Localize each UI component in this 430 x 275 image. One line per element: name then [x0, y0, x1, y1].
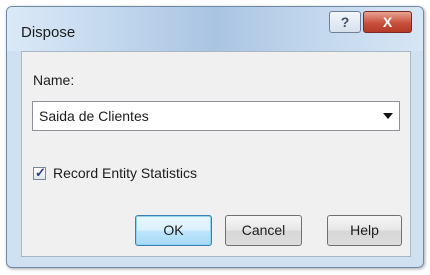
- record-entity-statistics-label[interactable]: Record Entity Statistics: [53, 165, 197, 181]
- question-mark-icon: ?: [340, 14, 350, 30]
- name-dropdown-value: Saida de Clientes: [39, 108, 149, 124]
- dispose-dialog: Dispose ? X Name: Saida de Clientes ✓ Re…: [6, 6, 424, 268]
- name-dropdown[interactable]: Saida de Clientes: [32, 101, 400, 131]
- dialog-body: Name: Saida de Clientes ✓ Record Entity …: [21, 51, 411, 257]
- close-button[interactable]: X: [363, 11, 412, 33]
- name-label: Name:: [33, 72, 75, 88]
- ok-button[interactable]: OK: [135, 215, 212, 246]
- dialog-title: Dispose: [21, 24, 76, 41]
- checkmark-icon: ✓: [35, 165, 46, 180]
- help-button[interactable]: Help: [327, 215, 402, 246]
- chevron-down-icon[interactable]: [383, 113, 393, 119]
- cancel-button[interactable]: Cancel: [225, 215, 302, 246]
- title-bar[interactable]: Dispose ? X: [7, 7, 423, 51]
- close-icon: X: [382, 14, 393, 30]
- record-entity-statistics-checkbox[interactable]: ✓: [33, 165, 46, 180]
- title-help-button[interactable]: ?: [329, 11, 361, 33]
